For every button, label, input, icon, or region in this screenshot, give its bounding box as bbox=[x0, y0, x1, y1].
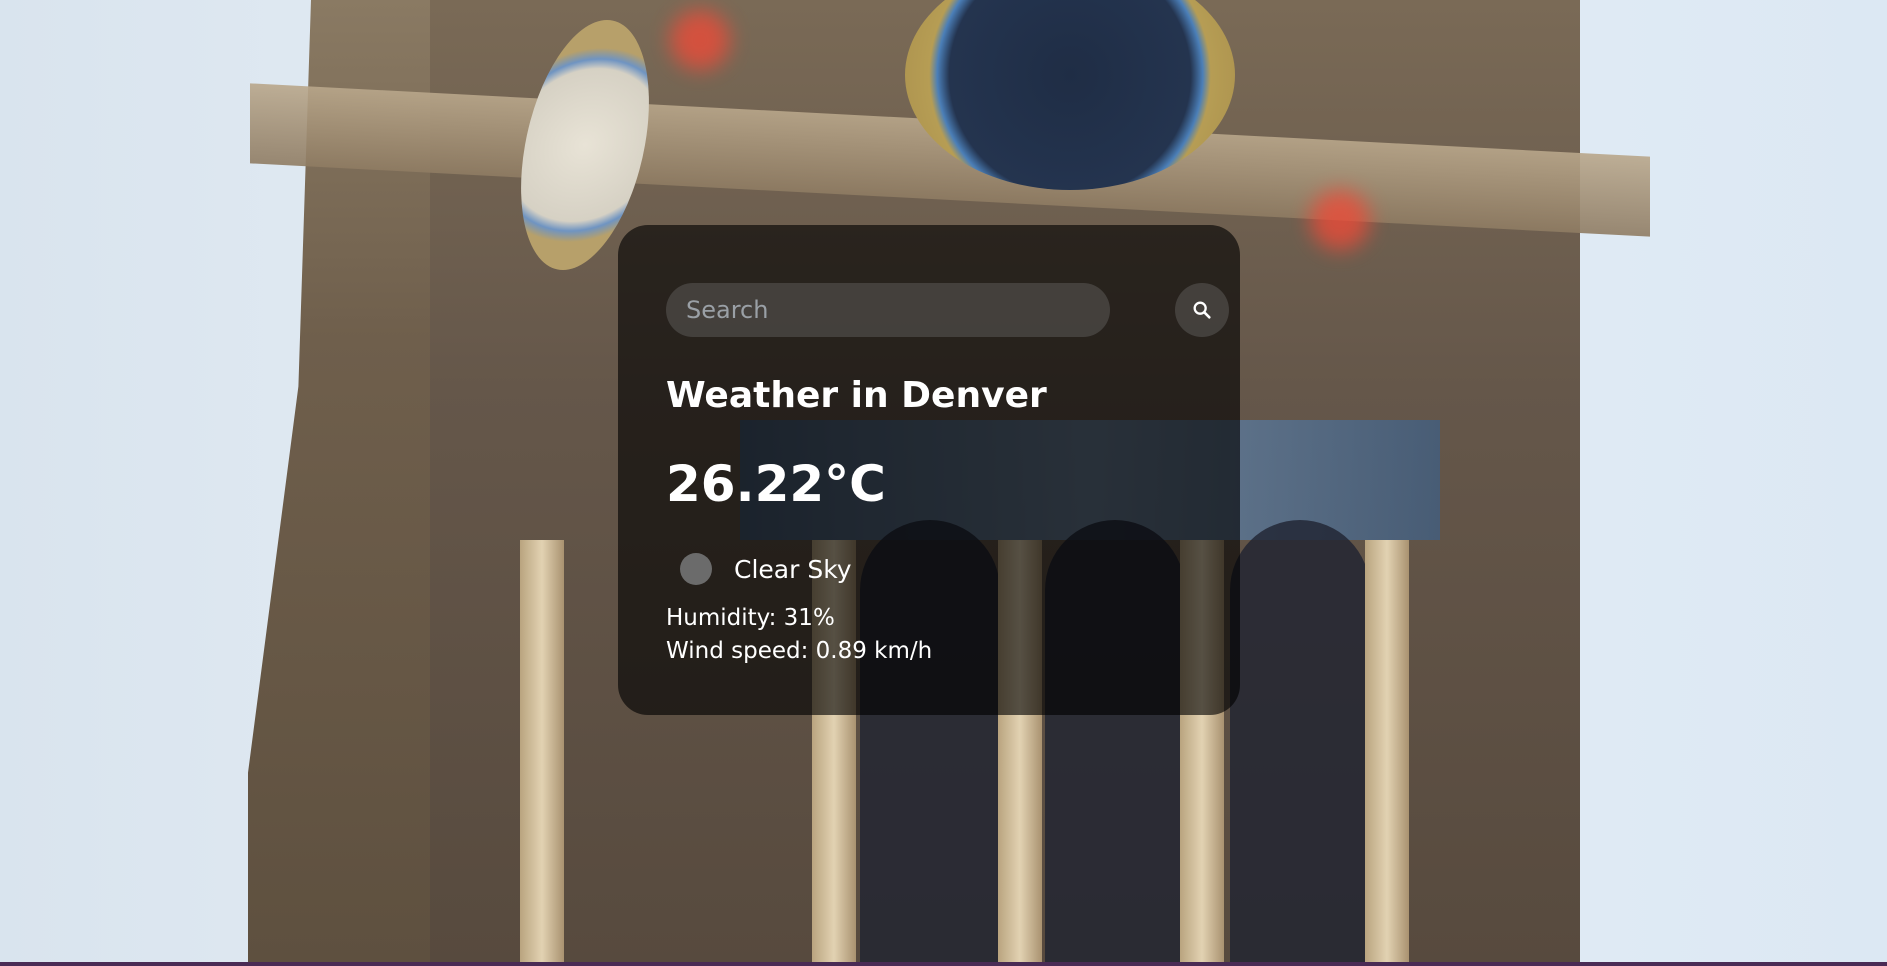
red-light-glow bbox=[1310, 190, 1370, 250]
temperature-value: 26.22°C bbox=[666, 455, 886, 513]
search-icon bbox=[1193, 301, 1211, 319]
tower-column bbox=[520, 540, 564, 966]
city-title: Weather in Denver bbox=[666, 375, 1047, 416]
wind-speed-text: Wind speed: 0.89 km/h bbox=[666, 638, 933, 664]
condition-row: Clear Sky bbox=[680, 553, 852, 585]
search-input[interactable] bbox=[666, 283, 1110, 337]
red-light-glow bbox=[670, 10, 730, 70]
tower-arch bbox=[1230, 520, 1370, 966]
tower-column bbox=[1365, 540, 1409, 966]
search-bar bbox=[666, 283, 1229, 337]
condition-description: Clear Sky bbox=[734, 554, 852, 584]
search-button[interactable] bbox=[1175, 283, 1229, 337]
bottom-edge-bar bbox=[0, 962, 1887, 966]
humidity-text: Humidity: 31% bbox=[666, 605, 835, 631]
weather-condition-icon bbox=[680, 553, 712, 585]
weather-card: Weather in Denver 26.22°C Clear Sky Humi… bbox=[618, 225, 1240, 715]
